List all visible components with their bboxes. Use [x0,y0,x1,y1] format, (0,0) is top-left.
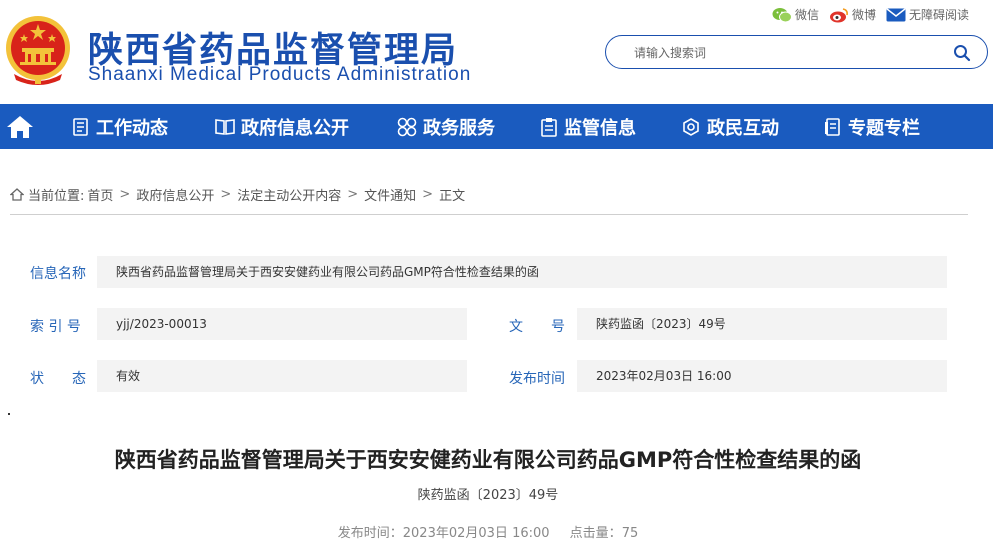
index-number-value: yjj/2023-00013 [97,308,467,340]
index-number-label: 索 引 号 [30,319,81,335]
nav-item-label: 政务服务 [423,117,495,139]
share-weibo-link[interactable]: 微博 [829,6,876,23]
nav-item-label: 专题专栏 [848,117,920,139]
topic-icon [825,117,840,136]
nav-item-gov-info-public[interactable]: 政府信息公开 [215,104,349,149]
info-name-value: 陕西省药品监督管理局关于西安安健药业有限公司药品GMP符合性检查结果的函 [97,256,947,288]
breadcrumb: 当前位置: 首页 > 政府信息公开 > 法定主动公开内容 > 文件通知 > 正文 [10,185,465,204]
publish-time-label: 发布时间： [337,526,403,541]
breadcrumb-current: 正文 [439,189,466,204]
info-name-label: 信息名称 [30,266,86,282]
publish-date-label: 发布时间 [509,371,565,387]
weibo-icon [830,7,848,22]
doc-number-label: 文 号 [509,319,565,335]
wechat-icon [772,7,792,22]
nav-item-regulatory-info[interactable]: 监管信息 [540,104,636,149]
nav-item-label: 工作动态 [96,117,168,139]
clipboard-icon [541,117,557,137]
breadcrumb-prefix: 当前位置: [28,189,85,204]
news-icon [73,117,88,136]
home-outline-icon [10,188,24,201]
book-icon [215,118,235,135]
nav-item-public-interaction[interactable]: 政民互动 [681,104,779,149]
article-title: 陕西省药品监督管理局关于西安安健药业有限公司药品GMP符合性检查结果的函 [114,448,862,472]
publish-date-value: 2023年02月03日 16:00 [577,360,947,392]
search-input[interactable] [634,44,934,62]
stray-dot [8,413,10,415]
breadcrumb-separator: > [220,187,232,202]
breadcrumb-separator: > [347,187,359,202]
site-header: 陕西省药品监督管理局 Shaanxi Medical Products Admi… [0,0,993,104]
home-button[interactable] [0,104,40,149]
publish-time-value: 2023年02月03日 16:00 [402,526,550,541]
share-bar: 微信 微博 无障碍阅读 [772,6,979,23]
site-title-english[interactable]: Shaanxi Medical Products Administration [88,64,471,86]
article-publish-time: 发布时间：2023年02月03日 16:00 [338,526,550,541]
status-label: 状 态 [30,371,86,387]
weibo-label: 微博 [852,8,877,22]
nav-item-label: 监管信息 [564,117,636,139]
nav-item-special-topics[interactable]: 专题专栏 [824,104,920,149]
click-count-label: 点击量： [569,526,622,541]
click-count-value: 75 [621,526,639,541]
main-nav: 工作动态 政府信息公开 政务服务 监管信息 政民互动 专题专栏 [0,104,993,149]
wechat-label: 微信 [795,8,820,22]
breadcrumb-separator: > [119,187,131,202]
interaction-icon [683,117,699,136]
national-emblem-logo[interactable] [4,14,72,86]
article-click-count: 点击量：75 [570,526,639,541]
breadcrumb-statutory-content[interactable]: 法定主动公开内容 [237,185,341,204]
article-doc-number: 陕药监函〔2023〕49号 [417,488,559,503]
nav-item-gov-services[interactable]: 政务服务 [397,104,495,149]
doc-number-value: 陕药监函〔2023〕49号 [577,308,947,340]
accessible-reading-link[interactable]: 无障碍阅读 [886,6,969,23]
search-box [605,35,988,69]
article-meta: 发布时间：2023年02月03日 16:00 点击量：75 [0,522,976,541]
services-icon [397,117,417,136]
breadcrumb-gov-info-public[interactable]: 政府信息公开 [136,185,214,204]
envelope-icon [886,7,906,21]
breadcrumb-home[interactable]: 首页 [87,185,113,204]
search-icon[interactable] [953,44,971,62]
home-icon [7,115,33,138]
nav-item-work-news[interactable]: 工作动态 [72,104,168,149]
share-wechat-link[interactable]: 微信 [772,6,819,23]
accessible-reading-label: 无障碍阅读 [909,8,970,22]
status-value: 有效 [97,360,467,392]
breadcrumb-separator: > [422,187,434,202]
nav-item-label: 政府信息公开 [241,117,349,139]
nav-item-label: 政民互动 [707,117,779,139]
breadcrumb-file-notices[interactable]: 文件通知 [364,185,416,204]
breadcrumb-divider [10,214,968,215]
